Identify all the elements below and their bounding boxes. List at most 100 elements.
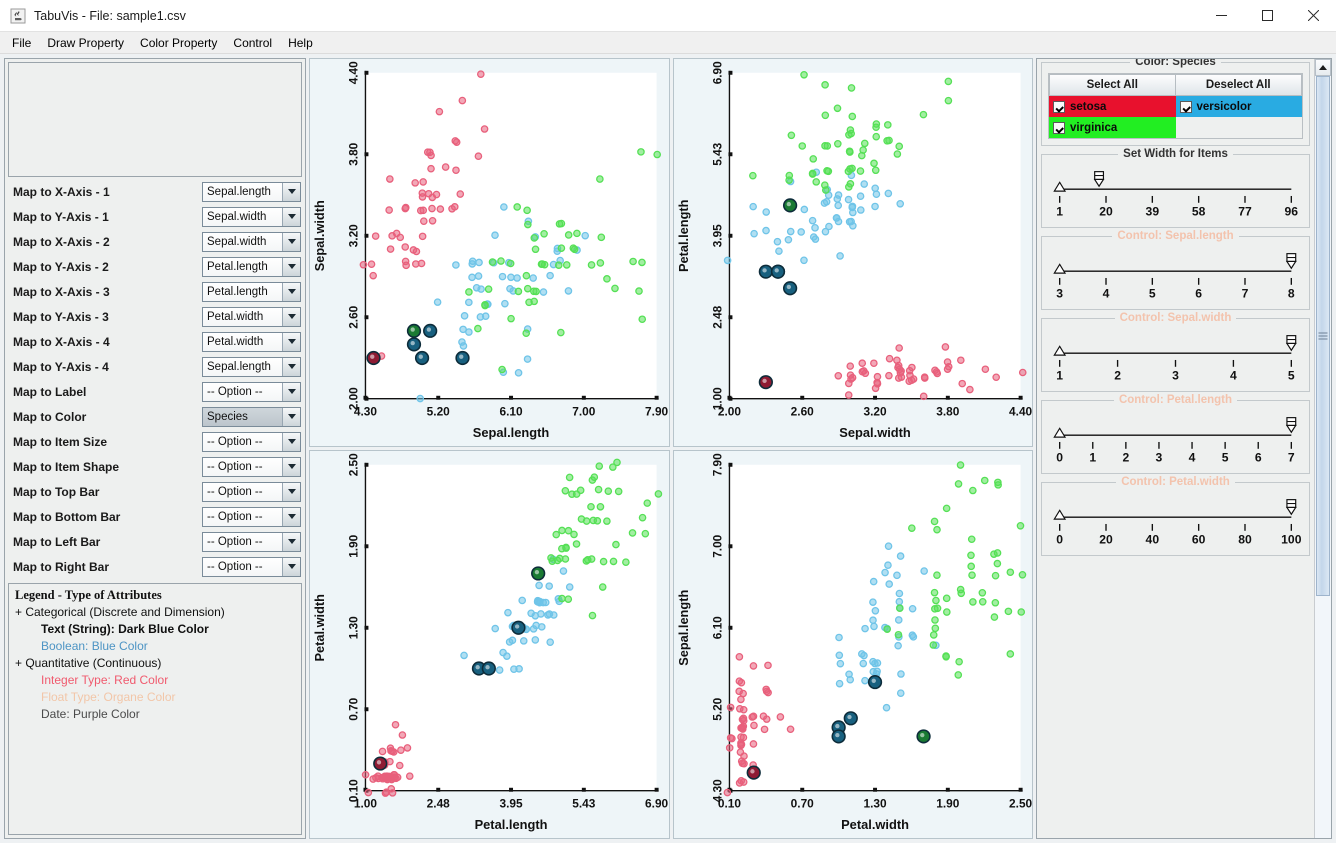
data-point[interactable] [833,140,842,148]
data-point[interactable] [401,257,410,266]
data-point[interactable] [956,461,964,469]
data-point[interactable] [907,524,916,532]
data-point[interactable] [561,555,570,563]
data-point[interactable] [419,217,428,225]
data-point[interactable] [397,746,405,754]
data-point[interactable] [930,366,939,375]
data-point[interactable] [474,324,482,333]
data-point[interactable] [978,589,986,597]
data-point[interactable] [930,588,938,597]
control-range-slider[interactable]: 1 2 3 4 5 [1048,333,1303,385]
chevron-down-icon[interactable] [282,232,300,251]
data-point[interactable] [726,734,734,742]
data-point[interactable] [361,770,370,779]
data-point[interactable] [552,530,561,539]
scatterplot-3[interactable]: 1.00 2.48 3.95 5.43 6.90 0.10 0.70 1.30 1.90 2.50… [309,450,670,839]
data-point[interactable] [965,385,974,394]
chevron-down-icon[interactable] [282,407,300,426]
data-point[interactable] [895,589,903,598]
data-point[interactable] [643,499,652,507]
data-point[interactable] [957,379,966,388]
data-point[interactable] [844,379,853,388]
data-point[interactable] [427,151,435,160]
chevron-down-icon[interactable] [282,507,300,526]
data-point[interactable] [654,490,663,498]
virginica-checkbox[interactable] [1053,121,1065,134]
data-point[interactable] [739,722,747,731]
data-point[interactable] [401,243,410,251]
data-point[interactable] [869,577,877,586]
data-point[interactable] [844,195,852,204]
data-point[interactable] [460,651,468,660]
data-point[interactable] [749,229,758,238]
menu-control[interactable]: Control [225,34,280,52]
data-point[interactable] [870,184,879,193]
data-point[interactable] [784,235,792,244]
data-point[interactable] [897,373,905,381]
data-point[interactable] [519,637,528,645]
mapping-dropdown[interactable]: -- Option -- [202,506,301,527]
data-point[interactable] [858,659,867,668]
data-point[interactable] [919,110,927,119]
data-point[interactable] [760,725,768,734]
maximize-button[interactable] [1244,0,1290,32]
versicolor-checkbox[interactable] [1179,100,1192,113]
data-point[interactable] [966,551,975,560]
data-point[interactable] [895,597,903,606]
data-point[interactable] [477,285,485,293]
data-point[interactable] [484,285,493,293]
right-panel-scrollbar[interactable] [1314,59,1331,838]
data-point[interactable] [800,205,808,214]
data-point[interactable] [523,206,531,215]
chevron-down-icon[interactable] [282,532,300,551]
data-point[interactable] [576,486,585,495]
data-point[interactable] [513,203,522,211]
data-point[interactable] [435,107,444,116]
data-point[interactable] [895,604,904,613]
data-point[interactable] [441,163,450,171]
data-point[interactable] [967,571,976,579]
chevron-down-icon[interactable] [282,257,300,276]
data-point[interactable] [416,394,425,403]
data-point[interactable] [845,362,854,370]
data-point[interactable] [557,244,566,252]
data-point[interactable] [1006,568,1014,577]
data-point[interactable] [481,301,489,310]
data-point[interactable] [847,112,856,121]
data-point[interactable] [378,747,387,756]
data-point[interactable] [474,152,483,161]
data-point[interactable] [589,516,598,525]
data-point[interactable] [860,676,869,685]
data-point[interactable] [808,170,816,178]
data-point[interactable] [834,651,843,660]
data-point[interactable] [590,473,599,481]
data-point[interactable] [844,391,853,399]
data-point[interactable] [603,517,611,525]
data-point[interactable] [857,650,866,658]
data-point[interactable] [860,139,869,148]
data-point[interactable] [1006,650,1014,658]
data-point[interactable] [799,256,808,265]
data-point[interactable] [859,180,868,188]
data-point[interactable] [452,261,460,269]
data-point[interactable] [810,224,819,232]
data-point[interactable] [980,476,989,485]
data-point[interactable] [559,567,568,575]
data-point[interactable] [845,675,854,684]
data-point[interactable] [749,712,757,721]
data-point[interactable] [595,462,604,470]
data-point[interactable] [820,111,829,120]
data-point[interactable] [787,131,795,140]
chevron-down-icon[interactable] [282,332,300,351]
data-point[interactable] [844,167,852,176]
mapping-dropdown[interactable]: Sepal.width [202,206,301,227]
data-point[interactable] [573,229,581,238]
data-point[interactable] [726,703,734,712]
data-point[interactable] [784,176,793,184]
data-point[interactable] [609,557,618,566]
data-point[interactable] [558,526,566,535]
data-point[interactable] [908,631,916,640]
data-point[interactable] [894,616,903,624]
data-point[interactable] [367,260,376,268]
data-point[interactable] [761,685,770,694]
